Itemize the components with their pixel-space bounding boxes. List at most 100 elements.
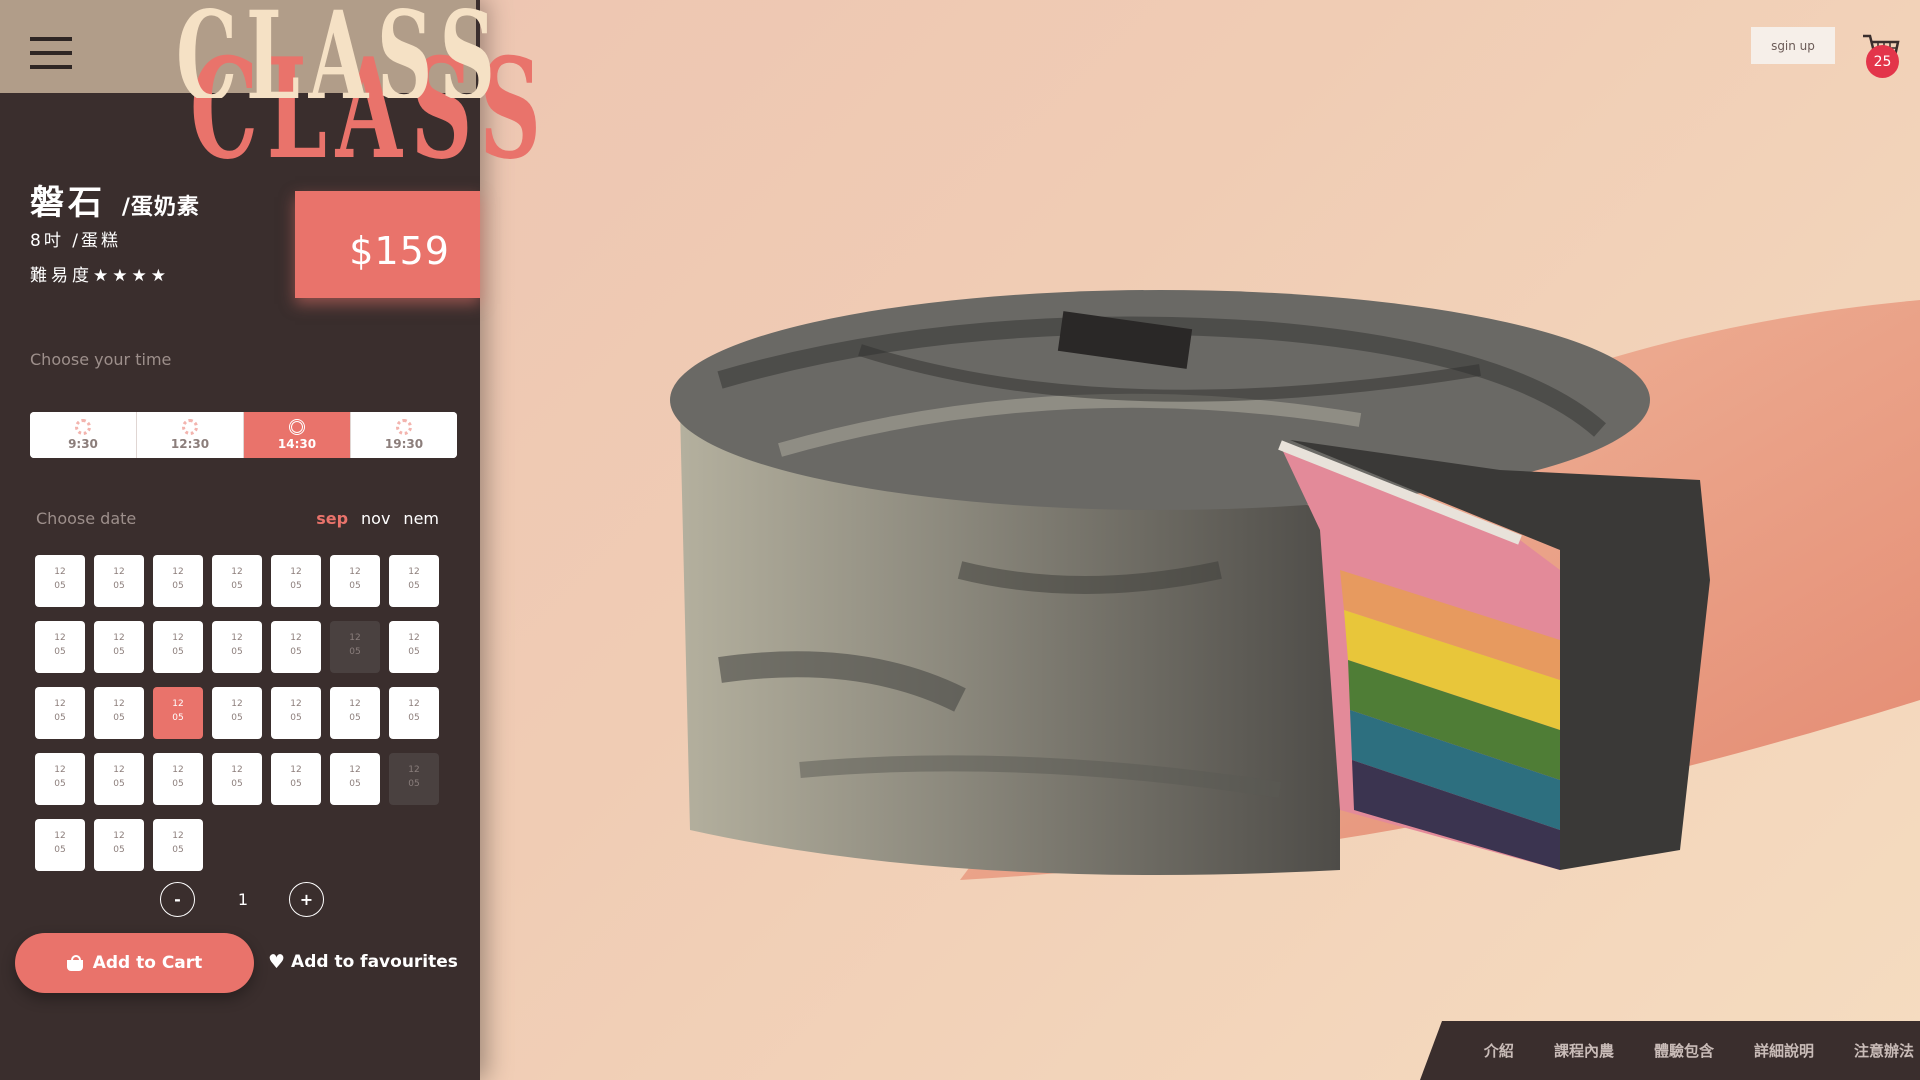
product-size: 8吋 /蛋糕 <box>30 231 121 251</box>
date-day: 12 <box>113 699 125 709</box>
quantity-increase-button[interactable]: + <box>289 882 324 917</box>
date-day: 12 <box>349 567 361 577</box>
add-to-cart-label: Add to Cart <box>92 953 203 973</box>
clock-icon <box>396 419 412 435</box>
signup-button[interactable]: sgin up <box>1751 27 1835 64</box>
month-tab-nov[interactable]: nov <box>361 509 390 528</box>
choose-time-label: Choose your time <box>30 350 172 369</box>
date-cell[interactable]: 12 05 <box>94 819 144 871</box>
date-day: 12 <box>408 765 420 775</box>
add-to-favourites-button[interactable]: ♥ Add to favourites <box>268 951 458 973</box>
date-cell[interactable]: 12 05 <box>35 687 85 739</box>
date-day: 12 <box>231 633 243 643</box>
product-difficulty: 難易度★★★★ <box>30 266 170 286</box>
product-type: /蛋奶素 <box>121 195 200 220</box>
price-tag: $159 <box>295 191 480 298</box>
date-cell[interactable]: 12 05 <box>330 555 380 607</box>
date-month: 05 <box>231 713 243 723</box>
hamburger-menu-icon[interactable] <box>30 37 72 77</box>
date-day: 12 <box>172 765 184 775</box>
date-cell: 12 05 <box>389 753 439 805</box>
quantity-decrease-button[interactable]: - <box>160 882 195 917</box>
date-cell[interactable]: 12 05 <box>330 687 380 739</box>
nav-item-notes[interactable]: 注意辦法 <box>1854 1040 1914 1061</box>
time-option-label: 12:30 <box>170 437 210 451</box>
time-option-0930[interactable]: 9:30 <box>30 412 137 458</box>
date-cell[interactable]: 12 05 <box>271 621 321 673</box>
date-cell[interactable]: 12 05 <box>153 687 203 739</box>
date-cell[interactable]: 12 05 <box>271 555 321 607</box>
date-cell[interactable]: 12 05 <box>153 753 203 805</box>
date-day: 12 <box>113 633 125 643</box>
date-cell[interactable]: 12 05 <box>212 621 262 673</box>
date-day: 12 <box>113 567 125 577</box>
date-cell[interactable]: 12 05 <box>35 555 85 607</box>
date-day: 12 <box>349 699 361 709</box>
month-tab-nem[interactable]: nem <box>403 509 439 528</box>
nav-item-course-content[interactable]: 課程內農 <box>1554 1040 1614 1061</box>
nav-item-details[interactable]: 詳細說明 <box>1754 1040 1814 1061</box>
date-cell[interactable]: 12 05 <box>389 621 439 673</box>
date-month: 05 <box>172 845 184 855</box>
clock-icon <box>75 419 91 435</box>
date-cell: 12 05 <box>330 621 380 673</box>
date-month: 05 <box>113 647 125 657</box>
date-month: 05 <box>408 647 420 657</box>
date-day: 12 <box>408 633 420 643</box>
date-cell[interactable]: 12 05 <box>271 687 321 739</box>
date-day: 12 <box>54 831 66 841</box>
time-option-1930[interactable]: 19:30 <box>351 412 457 458</box>
date-cell[interactable]: 12 05 <box>389 555 439 607</box>
date-month: 05 <box>172 779 184 789</box>
nav-item-experience-includes[interactable]: 體驗包含 <box>1654 1040 1714 1061</box>
date-month: 05 <box>54 845 66 855</box>
nav-item-intro[interactable]: 介紹 <box>1484 1040 1514 1061</box>
date-month: 05 <box>54 647 66 657</box>
date-cell[interactable]: 12 05 <box>389 687 439 739</box>
date-day: 12 <box>290 699 302 709</box>
product-panel: CLASS CLASS 磐石 /蛋奶素 8吋 /蛋糕 難易度★★★★ $159 … <box>0 0 541 1080</box>
heart-icon: ♥ <box>268 951 286 973</box>
date-cell[interactable]: 12 05 <box>212 753 262 805</box>
date-day: 12 <box>113 831 125 841</box>
date-month: 05 <box>290 581 302 591</box>
date-month: 05 <box>54 713 66 723</box>
date-cell[interactable]: 12 05 <box>94 555 144 607</box>
date-day: 12 <box>172 567 184 577</box>
month-tabs: sep nov nem <box>316 509 439 528</box>
time-option-1430[interactable]: 14:30 <box>244 412 351 458</box>
date-cell[interactable]: 12 05 <box>35 621 85 673</box>
date-cell[interactable]: 12 05 <box>212 687 262 739</box>
date-cell[interactable]: 12 05 <box>212 555 262 607</box>
add-to-favourites-label: Add to favourites <box>291 952 458 972</box>
time-selector: 9:30 12:30 14:30 19:30 <box>30 412 457 458</box>
date-day: 12 <box>349 633 361 643</box>
date-cell[interactable]: 12 05 <box>330 753 380 805</box>
date-day: 12 <box>231 699 243 709</box>
date-cell[interactable]: 12 05 <box>153 555 203 607</box>
date-month: 05 <box>54 779 66 789</box>
date-day: 12 <box>172 633 184 643</box>
date-grid: 12 05 12 05 12 05 12 05 12 05 12 05 12 05 12 05 12 05 12 05… <box>35 555 443 871</box>
date-cell[interactable]: 12 05 <box>35 753 85 805</box>
date-cell[interactable]: 12 05 <box>94 687 144 739</box>
choose-date-label: Choose date <box>36 509 137 528</box>
date-cell[interactable]: 12 05 <box>94 621 144 673</box>
add-to-cart-button[interactable]: Add to Cart <box>15 933 254 993</box>
date-day: 12 <box>54 567 66 577</box>
time-option-label: 19:30 <box>384 437 424 451</box>
date-month: 05 <box>172 647 184 657</box>
date-cell[interactable]: 12 05 <box>94 753 144 805</box>
date-month: 05 <box>408 581 420 591</box>
date-cell[interactable]: 12 05 <box>153 621 203 673</box>
time-option-1230[interactable]: 12:30 <box>137 412 244 458</box>
date-day: 12 <box>408 699 420 709</box>
date-cell[interactable]: 12 05 <box>35 819 85 871</box>
date-cell[interactable]: 12 05 <box>271 753 321 805</box>
product-title: 磐石 /蛋奶素 <box>30 175 200 224</box>
quantity-stepper: - 1 + <box>160 882 326 918</box>
date-cell[interactable]: 12 05 <box>153 819 203 871</box>
month-tab-sep[interactable]: sep <box>316 509 348 528</box>
product-name: 磐石 <box>30 183 106 223</box>
date-day: 12 <box>408 567 420 577</box>
